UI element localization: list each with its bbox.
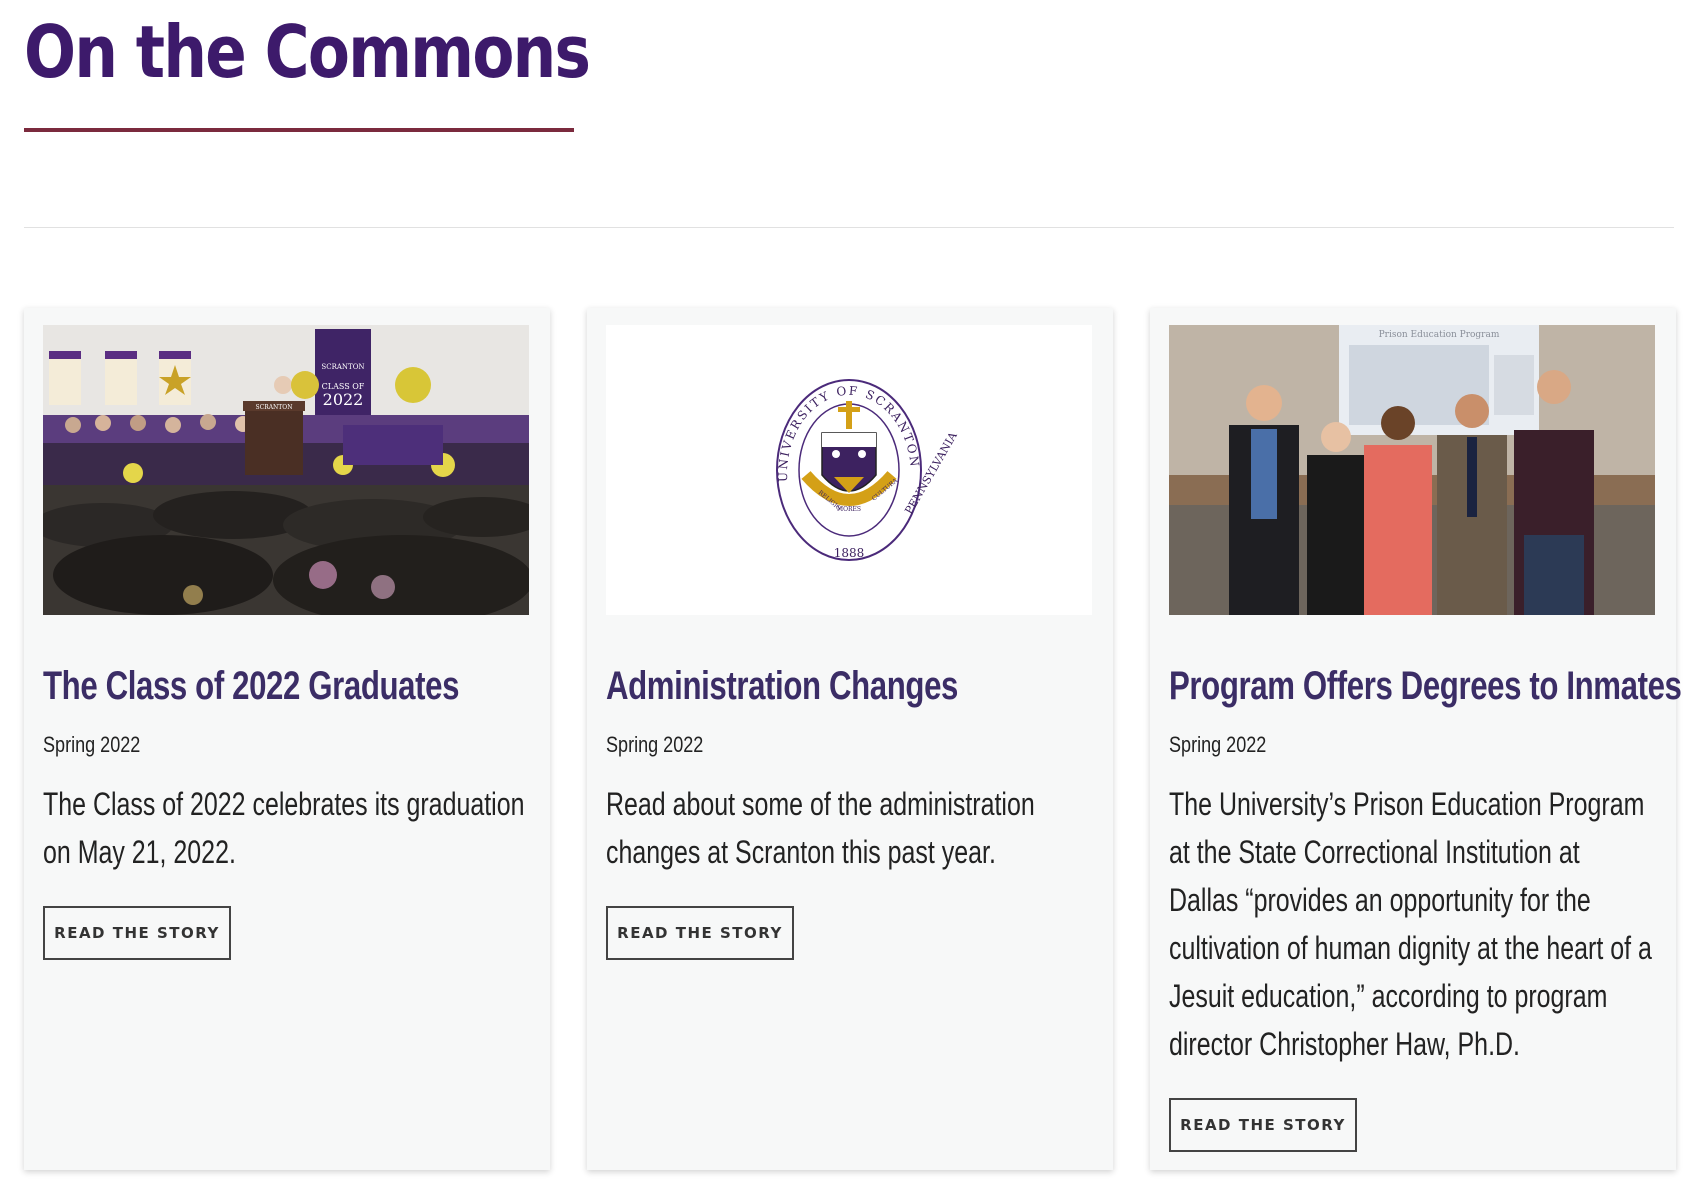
seal-year: 1888	[834, 546, 865, 560]
card-date: Spring 2022	[606, 732, 704, 757]
university-seal[interactable]: UNIVERSITY OF SCRANTON PENNSYLVANIA 1888…	[606, 325, 1092, 615]
group-photo[interactable]: Prison Education Program	[1169, 325, 1655, 615]
card-description: The Class of 2022 celebrates its graduat…	[43, 786, 525, 870]
banner-year: 2022	[323, 390, 364, 409]
commencement-photo[interactable]: SCRANTON CLASS OF 2022 SCRANTON	[43, 325, 529, 615]
card-title[interactable]: The Class of 2022 Graduates	[43, 664, 511, 709]
banner-text-1: SCRANTON	[321, 363, 364, 371]
read-story-button[interactable]: READ THE STORY	[1169, 1098, 1357, 1152]
motto-2: MORES	[837, 506, 861, 513]
story-card-prison-education: Prison Education Program Program Offers …	[1150, 308, 1682, 1170]
card-title[interactable]: Administration Changes	[606, 664, 1074, 709]
section-title: On the Commons	[24, 10, 591, 94]
section-divider	[24, 227, 1674, 228]
podium-text: SCRANTON	[256, 404, 293, 411]
card-description: Read about some of the administration ch…	[606, 786, 1035, 870]
card-description: The University’s Prison Education Progra…	[1169, 786, 1652, 1062]
title-underline	[24, 128, 574, 132]
story-card-graduation: SCRANTON CLASS OF 2022 SCRANTON The Clas…	[24, 308, 550, 1170]
card-title[interactable]: Program Offers Degrees to Inmates	[1169, 664, 1682, 709]
story-card-administration: UNIVERSITY OF SCRANTON PENNSYLVANIA 1888…	[587, 308, 1113, 1170]
read-story-button[interactable]: READ THE STORY	[43, 906, 231, 960]
read-story-button[interactable]: READ THE STORY	[606, 906, 794, 960]
card-date: Spring 2022	[43, 732, 141, 757]
card-date: Spring 2022	[1169, 732, 1267, 757]
screen-title: Prison Education Program	[1379, 330, 1500, 340]
